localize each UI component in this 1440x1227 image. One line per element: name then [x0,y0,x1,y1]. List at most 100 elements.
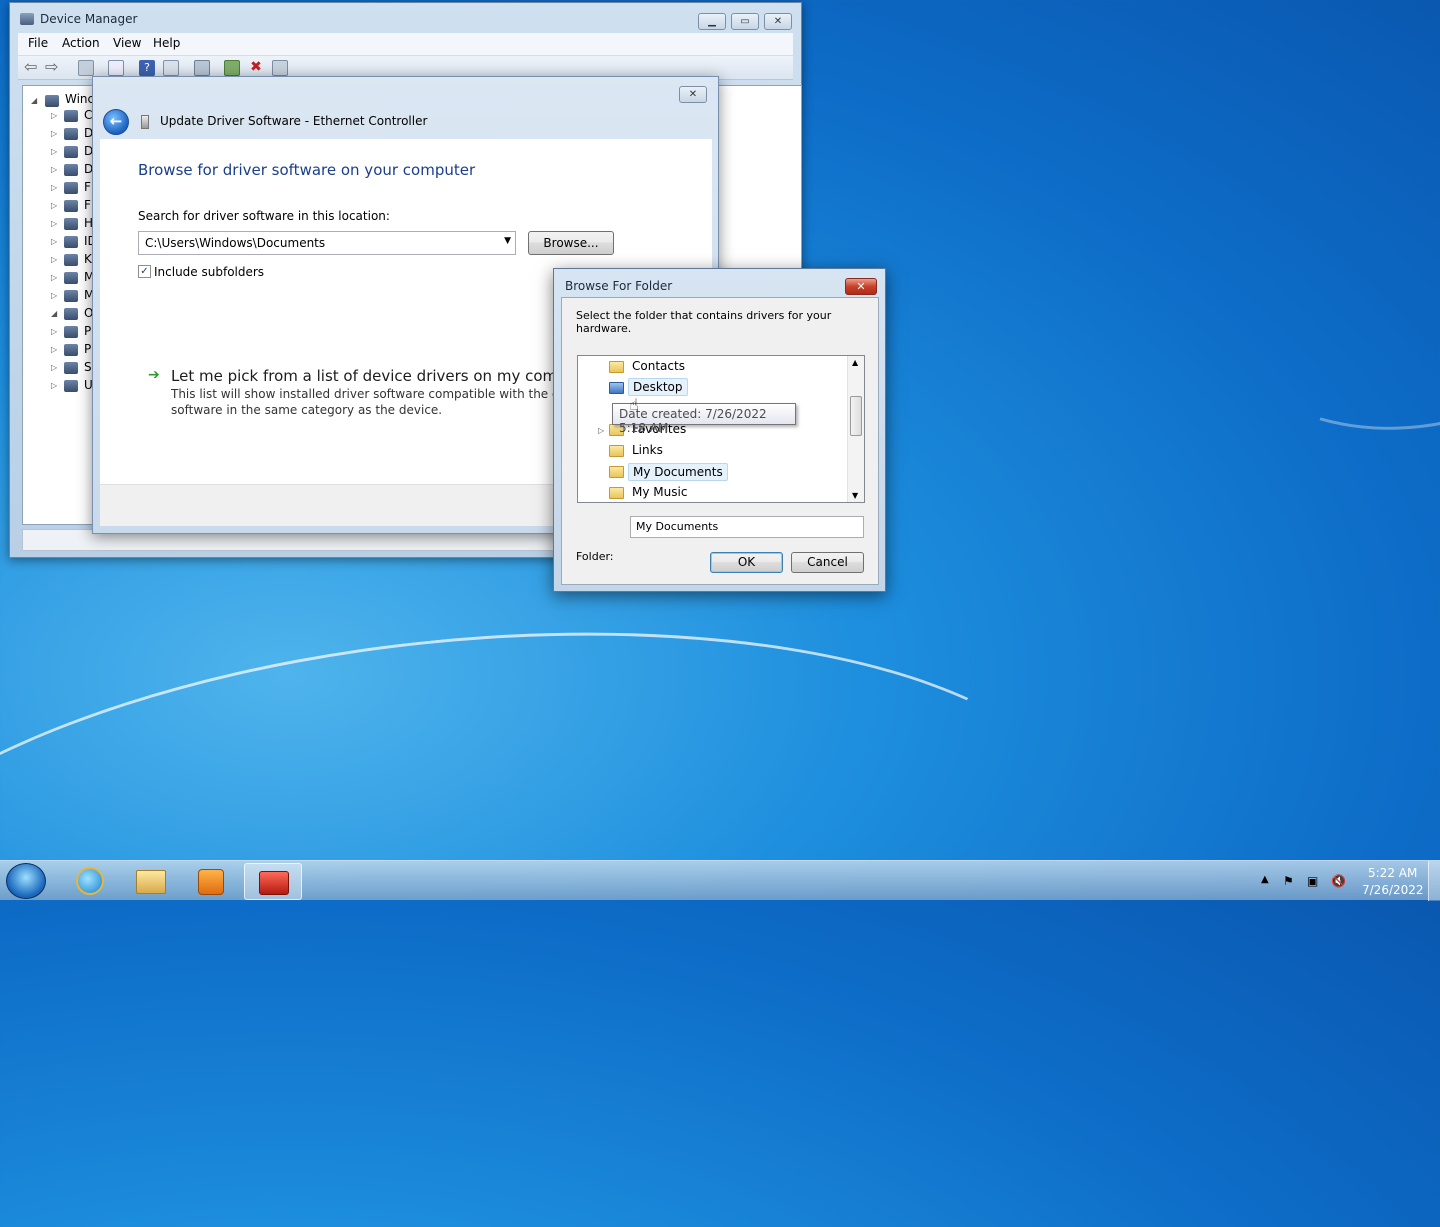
wizard-heading: Browse for driver software on your compu… [138,161,476,179]
update-driver-icon[interactable] [224,60,240,76]
device-category-icon [64,128,78,140]
dialog-close-button[interactable]: ✕ [845,278,877,295]
pick-desc-line2: software in the same category as the dev… [171,403,443,417]
forward-arrow-icon[interactable]: ⇨ [45,59,61,76]
enable-device-icon[interactable] [272,60,288,76]
expand-node-icon[interactable]: ▷ [51,363,57,372]
browse-for-folder-dialog: Browse For Folder ✕ Select the folder th… [553,268,886,592]
device-category-icon [64,290,78,302]
contacts-folder-icon [609,361,624,373]
expand-node-icon[interactable]: ▷ [51,201,57,210]
close-button[interactable]: ✕ [764,13,792,30]
device-category-icon [64,380,78,392]
internet-explorer-icon[interactable] [62,863,120,900]
ok-button[interactable]: OK [710,552,783,573]
folder-item-my-documents[interactable]: My Documents [628,463,728,481]
device-category-icon [64,146,78,158]
menu-file[interactable]: File [28,36,48,50]
menu-help[interactable]: Help [153,36,180,50]
device-category-icon [64,326,78,338]
expand-node-icon[interactable]: ▷ [51,345,57,354]
folder-label: Folder: [576,550,614,563]
wizard-close-button[interactable]: ✕ [679,86,707,103]
back-arrow-icon[interactable]: ⇦ [24,59,40,76]
search-location-label: Search for driver software in this locat… [138,209,390,223]
include-subfolders-checkbox[interactable]: ✓ [138,265,151,278]
properties-icon[interactable] [108,60,124,76]
device-category-label[interactable]: F [84,198,91,212]
clock-date[interactable]: 7/26/2022 [1362,883,1424,897]
expand-node-icon[interactable]: ▷ [51,147,57,156]
device-category-label[interactable]: P [84,324,91,338]
start-button[interactable] [6,863,46,899]
cancel-button[interactable]: Cancel [791,552,864,573]
device-category-label[interactable]: F [84,180,91,194]
folder-textbox[interactable]: My Documents [630,516,864,538]
expand-favorites-icon[interactable]: ▷ [598,426,604,435]
expand-node-icon[interactable]: ▷ [51,255,57,264]
back-arrow-icon[interactable]: ← [103,109,129,135]
menu-action[interactable]: Action [62,36,100,50]
expand-node-icon[interactable]: ▷ [51,327,57,336]
path-combobox[interactable]: C:\Users\Windows\Documents ▼ [138,231,516,255]
expand-node-icon[interactable]: ▷ [51,129,57,138]
volume-muted-icon[interactable]: 🔇 [1331,874,1346,888]
view-icon[interactable] [163,60,179,76]
device-category-icon [64,344,78,356]
pick-from-list-link[interactable]: Let me pick from a list of device driver… [171,367,591,385]
path-value: C:\Users\Windows\Documents [145,236,326,250]
clock-time[interactable]: 5:22 AM [1368,866,1417,880]
folder-tree-scrollbar[interactable]: ▲ ▼ [847,356,864,502]
expand-root-icon[interactable]: ◢ [31,96,37,105]
folder-item-my-music[interactable]: My Music [628,484,691,500]
dialog-instruction: Select the folder that contains drivers … [576,309,832,335]
device-manager-taskbar-button[interactable] [244,863,302,900]
include-subfolders-label[interactable]: Include subfolders [154,265,264,279]
show-hide-tree-icon[interactable] [78,60,94,76]
device-category-icon [64,308,78,320]
expand-node-icon[interactable]: ▷ [51,165,57,174]
expand-node-icon[interactable]: ▷ [51,183,57,192]
wallpaper-swoosh [0,573,1124,1227]
expand-node-icon[interactable]: ▷ [51,111,57,120]
uninstall-icon[interactable]: ✖ [248,60,264,76]
device-category-label[interactable]: P [84,342,91,356]
media-player-icon[interactable] [182,863,240,900]
action-center-flag-icon[interactable]: ⚑ [1283,874,1294,888]
device-category-label[interactable]: K [84,252,92,266]
folder-item-contacts[interactable]: Contacts [628,358,689,374]
expand-node-icon[interactable]: ▷ [51,273,57,282]
expand-node-icon[interactable]: ▷ [51,291,57,300]
network-adapter-icon [141,115,149,129]
computer-icon [45,95,59,107]
maximize-button[interactable]: ▭ [731,13,759,30]
expand-node-icon[interactable]: ◢ [51,309,57,318]
network-icon[interactable]: ▣ [1307,874,1318,888]
folder-item-links[interactable]: Links [628,442,667,458]
device-category-icon [64,200,78,212]
expand-node-icon[interactable]: ▷ [51,237,57,246]
show-hidden-icons-icon[interactable]: ▲ [1261,874,1269,885]
show-desktop-button[interactable] [1428,861,1440,901]
tree-root-label[interactable]: Winc [65,92,94,106]
taskbar: ▲ ⚑ ▣ 🔇 5:22 AM 7/26/2022 [0,860,1440,901]
scroll-down-icon[interactable]: ▼ [852,491,858,500]
help-icon[interactable]: ? [139,60,155,76]
chevron-down-icon[interactable]: ▼ [504,236,511,246]
minimize-button[interactable]: ▁ [698,13,726,30]
folder-item-desktop[interactable]: Desktop [628,378,688,396]
scroll-thumb[interactable] [850,396,862,436]
browse-button[interactable]: Browse... [528,231,614,255]
scroll-up-icon[interactable]: ▲ [852,358,858,367]
file-explorer-icon[interactable] [122,863,180,900]
my-music-folder-icon [609,487,624,499]
my-documents-folder-icon [609,466,624,478]
mouse-cursor-icon: ☝ [629,395,639,414]
menu-view[interactable]: View [113,36,141,50]
dialog-content: Select the folder that contains drivers … [561,297,879,585]
expand-node-icon[interactable]: ▷ [51,219,57,228]
links-folder-icon [609,445,624,457]
scan-hardware-icon[interactable] [194,60,210,76]
expand-node-icon[interactable]: ▷ [51,381,57,390]
device-category-label[interactable]: S [84,360,92,374]
